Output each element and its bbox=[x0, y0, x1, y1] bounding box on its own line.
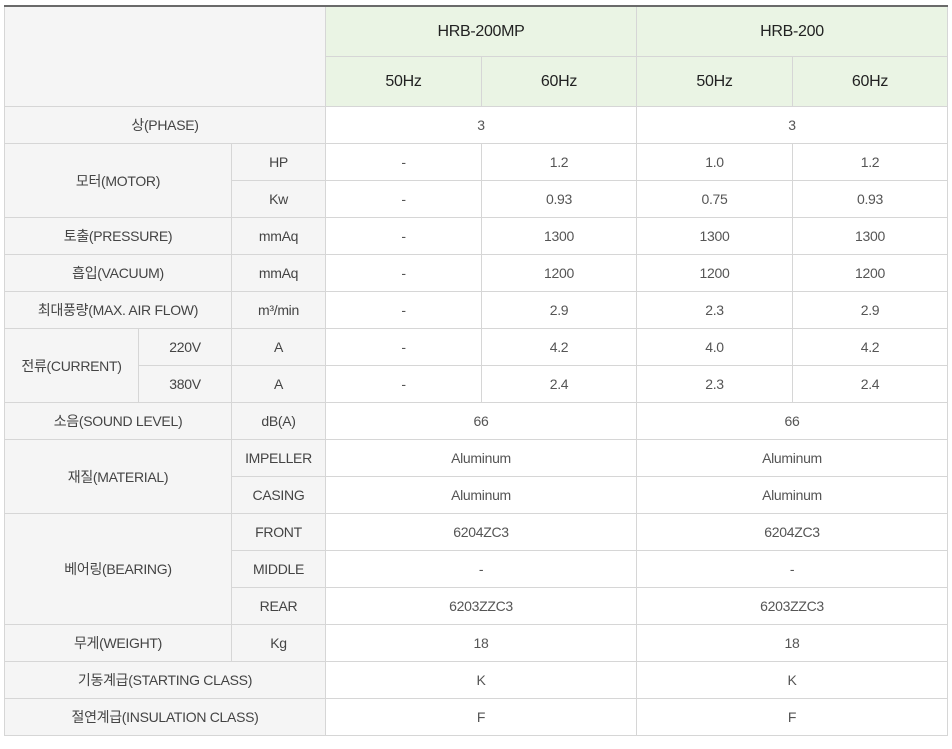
cell: - bbox=[325, 365, 482, 403]
row-pressure: 토출(PRESSURE) mmAq - 1300 1300 1300 bbox=[4, 217, 948, 255]
cell: 2.3 bbox=[636, 365, 793, 403]
unit-label: A bbox=[231, 365, 326, 403]
unit-label: Kg bbox=[231, 624, 326, 662]
cell: 2.4 bbox=[481, 365, 637, 403]
row-current-220: 전류(CURRENT) 220V A - 4.2 4.0 4.2 bbox=[4, 328, 948, 403]
unit-label: IMPELLER bbox=[231, 439, 326, 477]
cell: - bbox=[325, 291, 482, 329]
cell: 3 bbox=[636, 106, 948, 144]
cell: 4.2 bbox=[481, 328, 637, 366]
cell: Aluminum bbox=[325, 476, 637, 514]
corner-header bbox=[4, 5, 326, 107]
row-label: 모터(MOTOR) bbox=[4, 143, 232, 218]
unit-label: A bbox=[231, 328, 326, 366]
row-vacuum: 흡입(VACUUM) mmAq - 1200 1200 1200 bbox=[4, 254, 948, 292]
model-header: HRB-200 bbox=[636, 5, 948, 57]
cell: 18 bbox=[636, 624, 948, 662]
row-label: 베어링(BEARING) bbox=[4, 513, 232, 625]
row-label: 전류(CURRENT) bbox=[4, 328, 139, 403]
cell: 1.2 bbox=[481, 143, 637, 181]
cell: F bbox=[325, 698, 637, 736]
cell: 1.2 bbox=[792, 143, 948, 181]
unit-label: REAR bbox=[231, 587, 326, 625]
cell: - bbox=[636, 550, 948, 588]
unit-label: m³/min bbox=[231, 291, 326, 329]
cell: 4.2 bbox=[792, 328, 948, 366]
row-label: 흡입(VACUUM) bbox=[4, 254, 232, 292]
unit-label: mmAq bbox=[231, 254, 326, 292]
unit-label: HP bbox=[231, 143, 326, 181]
voltage-label: 220V bbox=[138, 328, 232, 366]
cell: 66 bbox=[325, 402, 637, 440]
cell: - bbox=[325, 217, 482, 255]
cell: - bbox=[325, 254, 482, 292]
cell: 66 bbox=[636, 402, 948, 440]
cell: 1300 bbox=[636, 217, 793, 255]
cell: Aluminum bbox=[636, 439, 948, 477]
row-label: 절연계급(INSULATION CLASS) bbox=[4, 698, 326, 736]
unit-label: MIDDLE bbox=[231, 550, 326, 588]
cell: - bbox=[325, 550, 637, 588]
row-insulation-class: 절연계급(INSULATION CLASS) F F bbox=[4, 698, 948, 736]
freq-header: 50Hz bbox=[325, 56, 482, 107]
unit-label: mmAq bbox=[231, 217, 326, 255]
row-phase: 상(PHASE) 3 3 bbox=[4, 106, 948, 144]
cell: K bbox=[325, 661, 637, 699]
row-weight: 무게(WEIGHT) Kg 18 18 bbox=[4, 624, 948, 662]
cell: K bbox=[636, 661, 948, 699]
cell: 2.9 bbox=[792, 291, 948, 329]
cell: - bbox=[325, 143, 482, 181]
cell: 2.4 bbox=[792, 365, 948, 403]
row-label: 상(PHASE) bbox=[4, 106, 326, 144]
freq-header: 60Hz bbox=[792, 56, 948, 107]
row-label: 무게(WEIGHT) bbox=[4, 624, 232, 662]
cell: 2.3 bbox=[636, 291, 793, 329]
row-material-impeller: 재질(MATERIAL) IMPELLER Aluminum Aluminum bbox=[4, 439, 948, 514]
model-header: HRB-200MP bbox=[325, 5, 637, 57]
spec-table: HRB-200MP HRB-200 50Hz 60Hz 50Hz 60Hz 상(… bbox=[4, 5, 948, 736]
cell: 0.93 bbox=[792, 180, 948, 218]
cell: F bbox=[636, 698, 948, 736]
cell: 2.9 bbox=[481, 291, 637, 329]
row-label: 최대풍량(MAX. AIR FLOW) bbox=[4, 291, 232, 329]
row-label: 기동계급(STARTING CLASS) bbox=[4, 661, 326, 699]
cell: 1200 bbox=[481, 254, 637, 292]
cell: 6203ZZC3 bbox=[636, 587, 948, 625]
cell: 3 bbox=[325, 106, 637, 144]
unit-label: FRONT bbox=[231, 513, 326, 551]
row-airflow: 최대풍량(MAX. AIR FLOW) m³/min - 2.9 2.3 2.9 bbox=[4, 291, 948, 329]
cell: - bbox=[325, 328, 482, 366]
row-label: 소음(SOUND LEVEL) bbox=[4, 402, 232, 440]
cell: 6204ZC3 bbox=[636, 513, 948, 551]
row-current-380: 380V A - 2.4 2.3 2.4 bbox=[5, 365, 948, 403]
cell: 4.0 bbox=[636, 328, 793, 366]
row-bearing-front: 베어링(BEARING) FRONT 6204ZC3 6204ZC3 bbox=[4, 513, 948, 625]
freq-header: 60Hz bbox=[481, 56, 637, 107]
header-row-models: HRB-200MP HRB-200 bbox=[4, 5, 948, 107]
row-label: 재질(MATERIAL) bbox=[4, 439, 232, 514]
cell: 0.93 bbox=[481, 180, 637, 218]
cell: 6204ZC3 bbox=[325, 513, 637, 551]
unit-label: CASING bbox=[231, 476, 326, 514]
row-starting-class: 기동계급(STARTING CLASS) K K bbox=[4, 661, 948, 699]
row-label: 토출(PRESSURE) bbox=[4, 217, 232, 255]
cell: 1200 bbox=[792, 254, 948, 292]
row-sound: 소음(SOUND LEVEL) dB(A) 66 66 bbox=[4, 402, 948, 440]
cell: - bbox=[325, 180, 482, 218]
spec-table-container: HRB-200MP HRB-200 50Hz 60Hz 50Hz 60Hz 상(… bbox=[4, 5, 948, 736]
cell: Aluminum bbox=[325, 439, 637, 477]
cell: 18 bbox=[325, 624, 637, 662]
row-motor-hp: 모터(MOTOR) HP - 1.2 1.0 1.2 bbox=[4, 143, 948, 218]
voltage-label: 380V bbox=[138, 365, 232, 403]
unit-label: Kw bbox=[231, 180, 326, 218]
cell: 6203ZZC3 bbox=[325, 587, 637, 625]
cell: Aluminum bbox=[636, 476, 948, 514]
unit-label: dB(A) bbox=[231, 402, 326, 440]
cell: 0.75 bbox=[636, 180, 793, 218]
cell: 1300 bbox=[481, 217, 637, 255]
cell: 1.0 bbox=[636, 143, 793, 181]
cell: 1200 bbox=[636, 254, 793, 292]
cell: 1300 bbox=[792, 217, 948, 255]
freq-header: 50Hz bbox=[636, 56, 793, 107]
